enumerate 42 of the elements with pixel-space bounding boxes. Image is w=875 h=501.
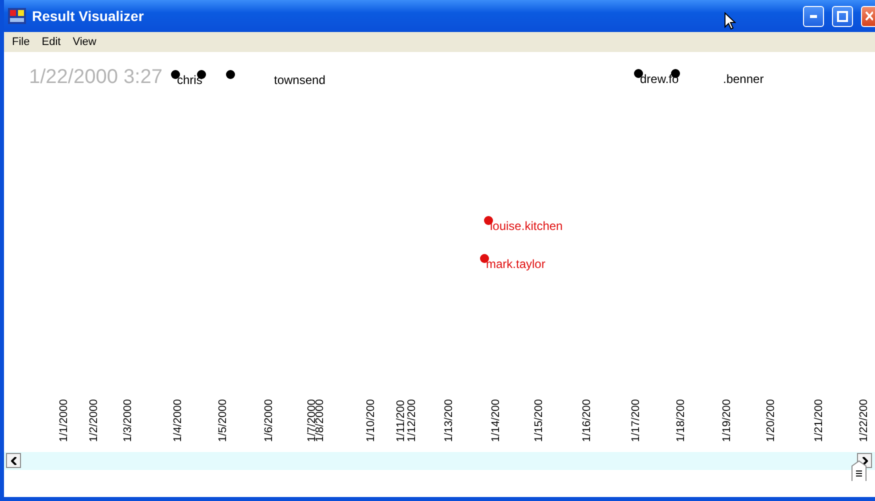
node-label: mark.taylor [486,257,546,271]
date-label: 1/3/2000 [122,398,134,442]
minimize-icon [810,14,817,18]
date-label: 1/18/200 [675,398,687,442]
date-label: 1/16/200 [581,398,593,442]
chevron-left-icon [10,456,16,464]
date-label: 1/20/200 [765,398,777,442]
date-label: 1/1/2000 [58,398,70,442]
maximize-icon [837,10,848,22]
date-label: 1/13/200 [443,398,455,442]
date-label: 1/14/200 [490,398,502,442]
chevron-right-icon [862,456,868,464]
close-icon [864,11,872,21]
node-label: .benner [723,72,764,86]
date-label: 1/10/200 [365,398,377,442]
node-label: louise.kitchen [490,219,563,233]
menu-item[interactable]: File [12,36,30,48]
cursor-icon [724,12,736,30]
timestamp: 1/22/2000 3:27 [29,66,162,89]
node-label: chris [177,73,202,87]
date-label: 1/2/2000 [88,398,100,442]
date-label: 1/17/200 [630,398,642,442]
window-title: Result Visualizer [32,8,144,24]
close-button[interactable] [861,6,875,26]
menu-item[interactable]: Edit [42,36,61,48]
date-label: 1/8/2000 [314,398,326,442]
date-label: 1/4/2000 [172,398,184,442]
minimize-button[interactable] [803,6,824,26]
date-label: 1/6/2000 [263,398,275,442]
menu-item[interactable]: View [72,36,96,48]
date-label: 1/19/200 [721,398,733,442]
maximize-button[interactable] [832,6,853,26]
node-label: townsend [274,73,326,87]
date-label: 1/12/200 [406,398,418,442]
date-label: 1/15/200 [533,398,545,442]
date-label: 1/5/2000 [217,398,229,442]
date-label: 1/21/200 [813,398,825,442]
scroll-track[interactable] [4,452,875,470]
scroll-left-button[interactable] [6,453,21,468]
app-icon [8,8,26,24]
date-label: 1/11/200 [395,398,407,442]
date-label: 1/22/200 [858,398,870,442]
